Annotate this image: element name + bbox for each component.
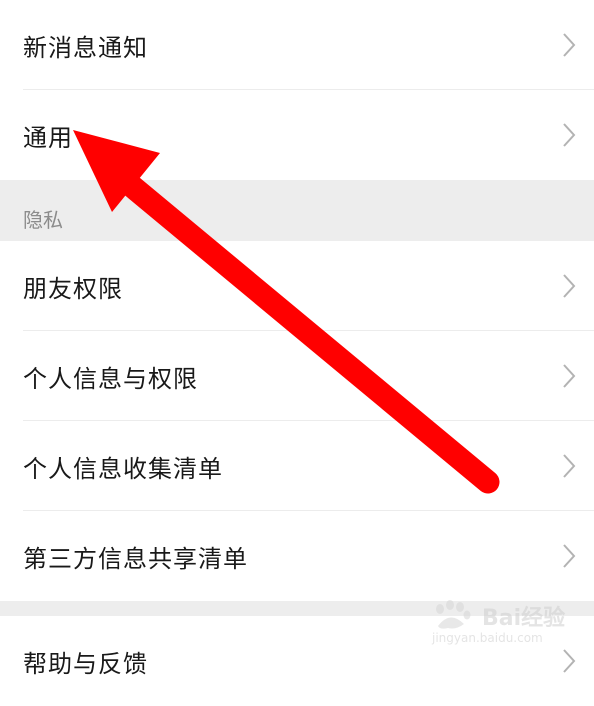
watermark-url: jingyan.baidu.com — [432, 631, 543, 645]
settings-item-personal-info-permissions[interactable]: 个人信息与权限 — [0, 331, 594, 421]
settings-item-new-message-notifications[interactable]: 新消息通知 — [0, 0, 594, 90]
chevron-right-icon — [563, 649, 576, 673]
chevron-right-icon — [563, 364, 576, 388]
baidu-jingyan-watermark: Bai经验 jingyan.baidu.com — [430, 598, 580, 648]
settings-item-third-party-sharing-list[interactable]: 第三方信息共享清单 — [0, 511, 594, 601]
chevron-right-icon — [563, 274, 576, 298]
settings-item-label: 朋友权限 — [23, 274, 123, 303]
settings-item-label: 帮助与反馈 — [23, 649, 148, 678]
baidu-paw-logo-icon — [436, 600, 471, 629]
chevron-right-icon — [563, 123, 576, 147]
settings-item-label: 第三方信息共享清单 — [23, 544, 248, 573]
settings-item-personal-info-collection-list[interactable]: 个人信息收集清单 — [0, 421, 594, 511]
settings-item-label: 个人信息与权限 — [23, 364, 198, 393]
settings-item-label: 通用 — [23, 123, 73, 152]
settings-item-general[interactable]: 通用 — [0, 90, 594, 180]
settings-item-friend-permissions[interactable]: 朋友权限 — [0, 241, 594, 331]
chevron-right-icon — [563, 544, 576, 568]
chevron-right-icon — [563, 33, 576, 57]
watermark-brand: Bai经验 — [482, 606, 566, 631]
section-header-privacy: 隐私 — [0, 180, 594, 241]
settings-item-label: 个人信息收集清单 — [23, 454, 223, 483]
settings-item-label: 新消息通知 — [23, 33, 148, 62]
chevron-right-icon — [563, 454, 576, 478]
section-title: 隐私 — [23, 208, 63, 232]
